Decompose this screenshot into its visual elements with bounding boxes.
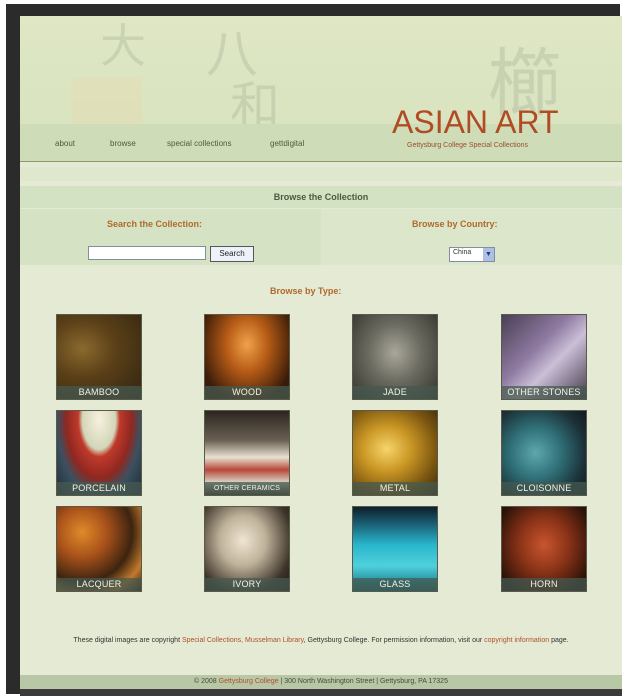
site-subtitle: Gettysburg College Special Collections bbox=[407, 142, 529, 149]
search-button[interactable]: Search bbox=[210, 246, 254, 262]
tile-label: METAL bbox=[353, 482, 437, 495]
footer-copyright: © 2008 bbox=[194, 678, 219, 685]
type-tile-bamboo[interactable]: BAMBOO bbox=[56, 314, 142, 400]
header-divider bbox=[20, 161, 622, 162]
search-input[interactable] bbox=[88, 246, 206, 260]
tile-label: IVORY bbox=[205, 578, 289, 591]
type-tile-porcelain[interactable]: PORCELAIN bbox=[56, 410, 142, 496]
tile-label: PORCELAIN bbox=[57, 482, 141, 495]
bottom-strip bbox=[20, 689, 622, 696]
tile-label: GLASS bbox=[353, 578, 437, 591]
footer-bar: © 2008 Gettysburg College | 300 North Wa… bbox=[20, 675, 622, 689]
tile-label: LACQUER bbox=[57, 578, 141, 591]
nav-about[interactable]: about bbox=[55, 139, 75, 148]
tile-label: BAMBOO bbox=[57, 386, 141, 399]
country-heading: Browse by Country: bbox=[412, 219, 498, 229]
nav-special-collections[interactable]: special collections bbox=[167, 139, 231, 148]
search-row: Search the Collection: Search Browse by … bbox=[20, 209, 622, 265]
type-tile-cloisonne[interactable]: CLOISONNE bbox=[501, 410, 587, 496]
seal-decoration bbox=[72, 78, 142, 126]
tile-label: OTHER CERAMICS bbox=[205, 482, 289, 495]
copyright-text: page. bbox=[549, 637, 569, 644]
type-tile-other-stones[interactable]: OTHER STONES bbox=[501, 314, 587, 400]
browse-heading: Browse the Collection bbox=[20, 186, 622, 208]
country-select-value: China bbox=[453, 249, 472, 256]
search-heading: Search the Collection: bbox=[107, 219, 203, 229]
chevron-down-icon[interactable]: ▼ bbox=[483, 248, 494, 261]
type-tile-wood[interactable]: WOOD bbox=[204, 314, 290, 400]
tile-label: CLOISONNE bbox=[502, 482, 586, 495]
footer-address: | 300 North Washington Street | Gettysbu… bbox=[278, 678, 448, 685]
tile-label: HORN bbox=[502, 578, 586, 591]
college-link[interactable]: Gettysburg College bbox=[219, 678, 279, 685]
type-tile-other-ceramics[interactable]: OTHER CERAMICS bbox=[204, 410, 290, 496]
copyright-info-link[interactable]: copyright information bbox=[484, 637, 549, 644]
copyright-text: , Gettysburg College. For permission inf… bbox=[303, 637, 485, 644]
divider-stripe bbox=[20, 167, 622, 181]
type-tile-lacquer[interactable]: LACQUER bbox=[56, 506, 142, 592]
nav-gettdigital[interactable]: gettdigital bbox=[270, 139, 304, 148]
type-tile-metal[interactable]: METAL bbox=[352, 410, 438, 496]
special-collections-link[interactable]: Special Collections, Musselman Library bbox=[182, 637, 304, 644]
type-tile-ivory[interactable]: IVORY bbox=[204, 506, 290, 592]
type-heading: Browse by Type: bbox=[270, 286, 342, 296]
search-panel: Search the Collection: Search bbox=[20, 209, 321, 265]
page: 大 八 和 櫛 about browse special collections… bbox=[20, 16, 622, 696]
country-select[interactable]: China ▼ bbox=[449, 247, 495, 262]
calligraphy-decoration: 大 bbox=[100, 19, 146, 73]
site-title[interactable]: ASIAN ART bbox=[392, 104, 559, 140]
type-tile-jade[interactable]: JADE bbox=[352, 314, 438, 400]
type-tile-glass[interactable]: GLASS bbox=[352, 506, 438, 592]
copyright-notice: These digital images are copyright Speci… bbox=[60, 636, 582, 646]
copyright-text: These digital images are copyright bbox=[73, 637, 182, 644]
main-nav: about browse special collections gettdig… bbox=[20, 139, 622, 155]
tile-label: OTHER STONES bbox=[502, 386, 586, 399]
type-tile-horn[interactable]: HORN bbox=[501, 506, 587, 592]
tile-label: JADE bbox=[353, 386, 437, 399]
tile-label: WOOD bbox=[205, 386, 289, 399]
header-banner: 大 八 和 櫛 about browse special collections… bbox=[20, 16, 622, 162]
nav-browse[interactable]: browse bbox=[110, 139, 136, 148]
